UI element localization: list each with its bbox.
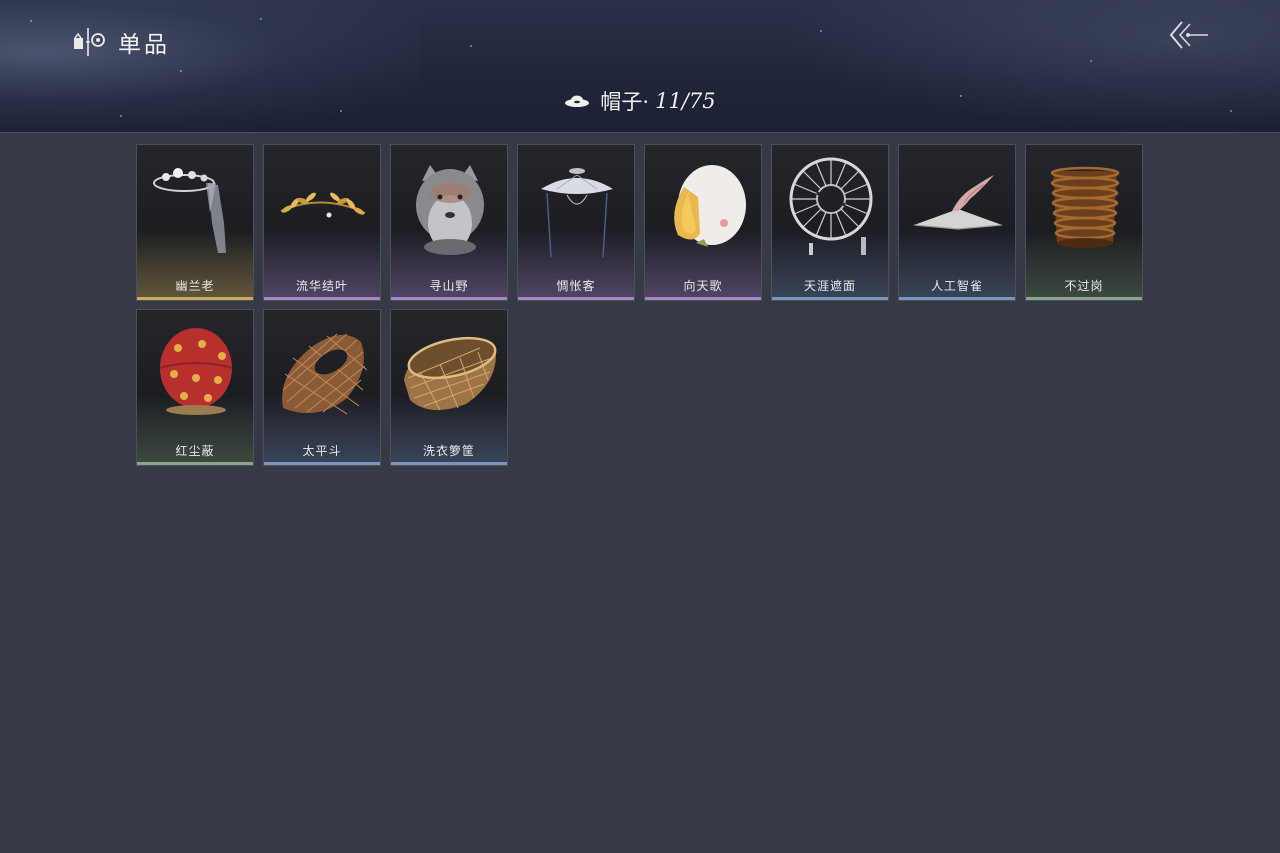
page-title: 单品 — [118, 32, 170, 58]
item-card[interactable]: 惆怅客 — [517, 144, 635, 301]
quality-bar — [518, 297, 634, 300]
item-card[interactable]: 不过岗 — [1025, 144, 1143, 301]
quality-bar — [264, 462, 380, 465]
page-title-group: 单品 — [72, 26, 170, 58]
category-label: 帽子· — [600, 90, 650, 114]
wheel-frame-hat-icon — [789, 157, 873, 255]
item-name: 太平斗 — [302, 444, 342, 458]
quality-bar — [899, 297, 1015, 300]
item-name: 向天歌 — [683, 279, 723, 293]
quality-bar — [391, 297, 507, 300]
item-card[interactable]: 太平斗 — [263, 309, 381, 466]
bird-on-hat-icon — [913, 175, 1003, 230]
item-name: 寻山野 — [429, 279, 469, 293]
item-name: 天涯遮面 — [803, 279, 856, 293]
quality-bar — [1026, 297, 1142, 300]
flower-crown-veil-icon — [153, 168, 226, 253]
header-bar: 单品 帽子· 11/75 — [0, 0, 1280, 133]
quality-bar — [137, 297, 253, 300]
item-card[interactable]: 天涯遮面 — [771, 144, 889, 301]
quality-bar — [772, 297, 888, 300]
item-name: 流华结叶 — [295, 279, 348, 293]
quality-bar — [137, 462, 253, 465]
item-name: 洗衣箩筐 — [422, 444, 475, 458]
item-card[interactable]: 红尘蔽 — [136, 309, 254, 466]
item-name: 红尘蔽 — [175, 444, 215, 458]
hat-icon — [565, 95, 590, 107]
goose-hood-icon — [674, 165, 746, 247]
red-hood-icon — [159, 328, 233, 415]
wicker-basket-icon — [404, 336, 497, 411]
category-count: 11/75 — [655, 89, 716, 113]
quality-bar — [391, 462, 507, 465]
wardrobe-tag-icon — [74, 28, 105, 56]
item-card[interactable]: 寻山野 — [390, 144, 508, 301]
back-arrow-icon[interactable] — [1164, 18, 1212, 52]
item-name: 惆怅客 — [556, 279, 596, 293]
item-card[interactable]: 流华结叶 — [263, 144, 381, 301]
item-card[interactable]: 人工智雀 — [898, 144, 1016, 301]
category-heading: 帽子· 11/75 — [0, 84, 1280, 118]
veiled-bamboo-hat-icon — [541, 168, 613, 258]
stacked-bowls-icon — [1050, 166, 1120, 248]
item-name: 幽兰老 — [175, 279, 215, 293]
item-card[interactable]: 幽兰老 — [136, 144, 254, 301]
quality-bar — [645, 297, 761, 300]
quality-bar — [264, 297, 380, 300]
wolf-head-hat-icon — [416, 165, 484, 255]
golden-laurel-icon — [280, 192, 366, 218]
item-name: 人工智雀 — [930, 279, 983, 293]
item-grid: 幽兰老 流华结叶 寻山野 惆怅客 向天歌 天涯遮面 人工智雀 不过岗 红尘蔽 太… — [136, 144, 1146, 466]
item-card[interactable]: 洗衣箩筐 — [390, 309, 508, 466]
item-name: 不过岗 — [1064, 279, 1104, 293]
item-card[interactable]: 向天歌 — [644, 144, 762, 301]
woven-bamboo-hat-icon — [282, 333, 368, 415]
